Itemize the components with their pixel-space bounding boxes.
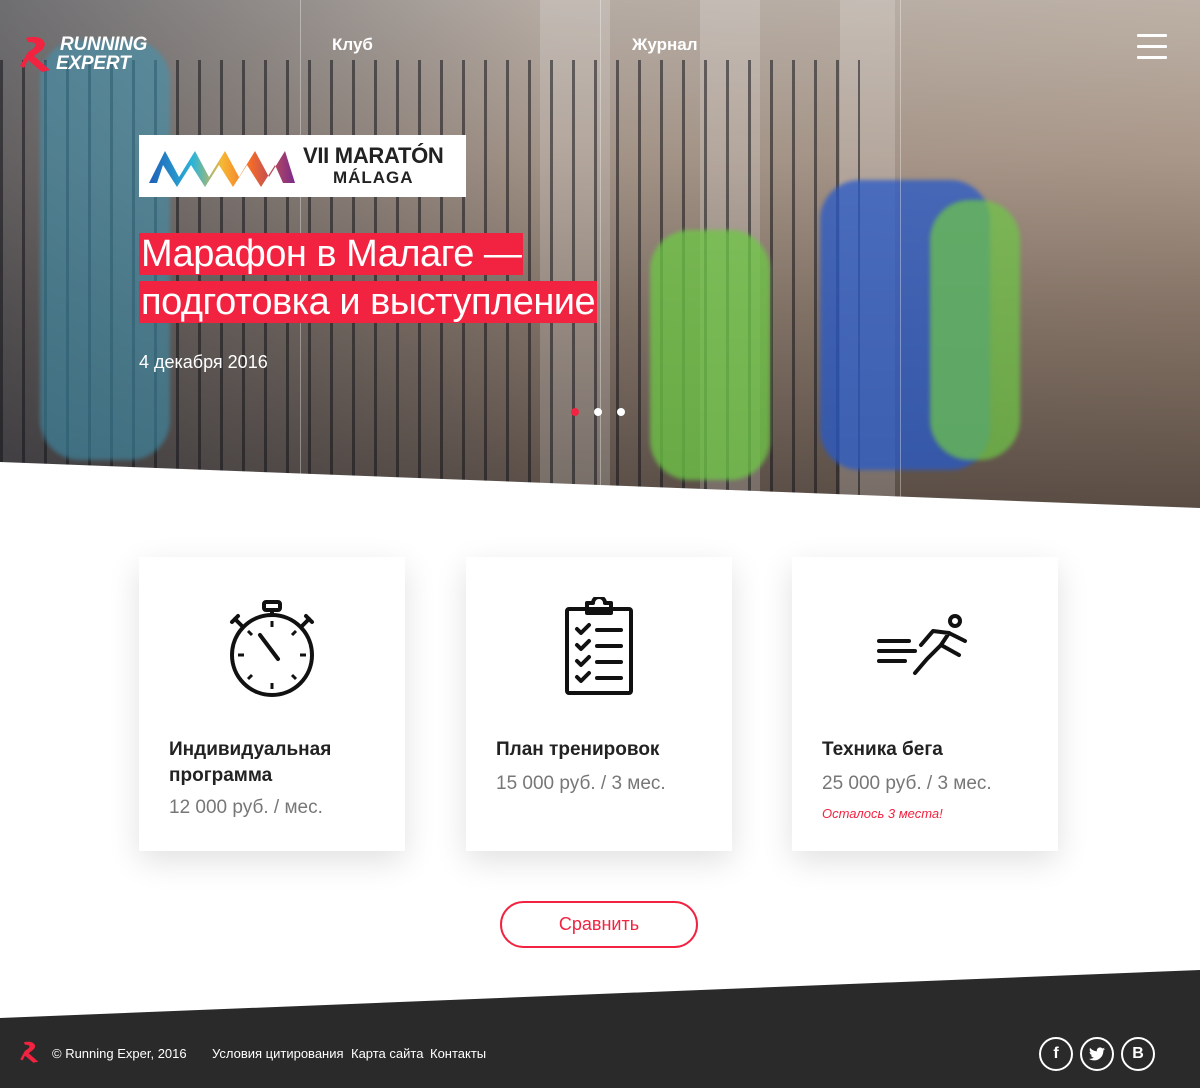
plan-card-individual[interactable]: Индивидуальная программа 12 000 руб. / м…	[139, 557, 405, 851]
running-expert-logo-icon	[20, 36, 50, 72]
twitter-icon[interactable]	[1080, 1037, 1114, 1071]
hero-date: 4 декабря 2016	[139, 352, 268, 372]
nav-club[interactable]: Клуб	[332, 35, 373, 55]
card-price: 15 000 руб. / 3 мес.	[496, 773, 666, 794]
plan-card-technique[interactable]: Техника бега 25 000 руб. / 3 мес. Остало…	[792, 557, 1058, 851]
event-name: VII MARATÓN	[303, 143, 444, 168]
footer-copyright: © Running Exper, 2016	[52, 1046, 187, 1061]
hero-grid-line	[900, 0, 901, 500]
plan-card-training[interactable]: План тренировок 15 000 руб. / 3 мес.	[466, 557, 732, 851]
card-title: Техника бега	[822, 739, 943, 760]
vkontakte-icon[interactable]: B	[1121, 1037, 1155, 1071]
seats-left-note: Осталось 3 места!	[822, 806, 943, 821]
footer-link-citation[interactable]: Условия цитирования	[212, 1046, 344, 1061]
facebook-icon[interactable]: f	[1039, 1037, 1073, 1071]
runner-icon	[877, 614, 967, 675]
nav-journal[interactable]: Журнал	[632, 35, 698, 55]
running-expert-logo-icon[interactable]	[20, 1040, 42, 1064]
card-title: План тренировок	[496, 739, 660, 760]
slider-dot[interactable]	[617, 408, 625, 416]
card-title: Индивидуальная программа	[169, 739, 332, 786]
twitter-bird-glyph	[1089, 1047, 1105, 1061]
clipboard-checklist-icon	[565, 597, 633, 695]
event-logo-badge: VII MARATÓN MÁLAGA	[139, 135, 466, 197]
slider-dots	[571, 408, 625, 416]
card-price: 25 000 руб. / 3 мес.	[822, 773, 992, 794]
site-logo[interactable]: RUNNING EXPERT	[20, 34, 147, 74]
footer-link-contacts[interactable]: Контакты	[430, 1046, 486, 1061]
hero-title[interactable]: Марафон в Малаге — подготовка и выступле…	[139, 230, 619, 326]
hero-bg-runner	[650, 230, 770, 480]
hamburger-menu-icon[interactable]	[1137, 34, 1167, 60]
stopwatch-icon	[230, 600, 314, 697]
slider-dot[interactable]	[571, 408, 579, 416]
maraton-malaga-logo-icon	[149, 151, 295, 187]
logo-text: RUNNING EXPERT	[56, 34, 148, 74]
hero-bg-runner	[930, 200, 1020, 460]
card-price: 12 000 руб. / мес.	[169, 797, 323, 818]
footer-link-sitemap[interactable]: Карта сайта	[351, 1046, 423, 1061]
slider-dot[interactable]	[594, 408, 602, 416]
compare-button[interactable]: Сравнить	[500, 901, 698, 948]
event-city: MÁLAGA	[332, 168, 414, 187]
